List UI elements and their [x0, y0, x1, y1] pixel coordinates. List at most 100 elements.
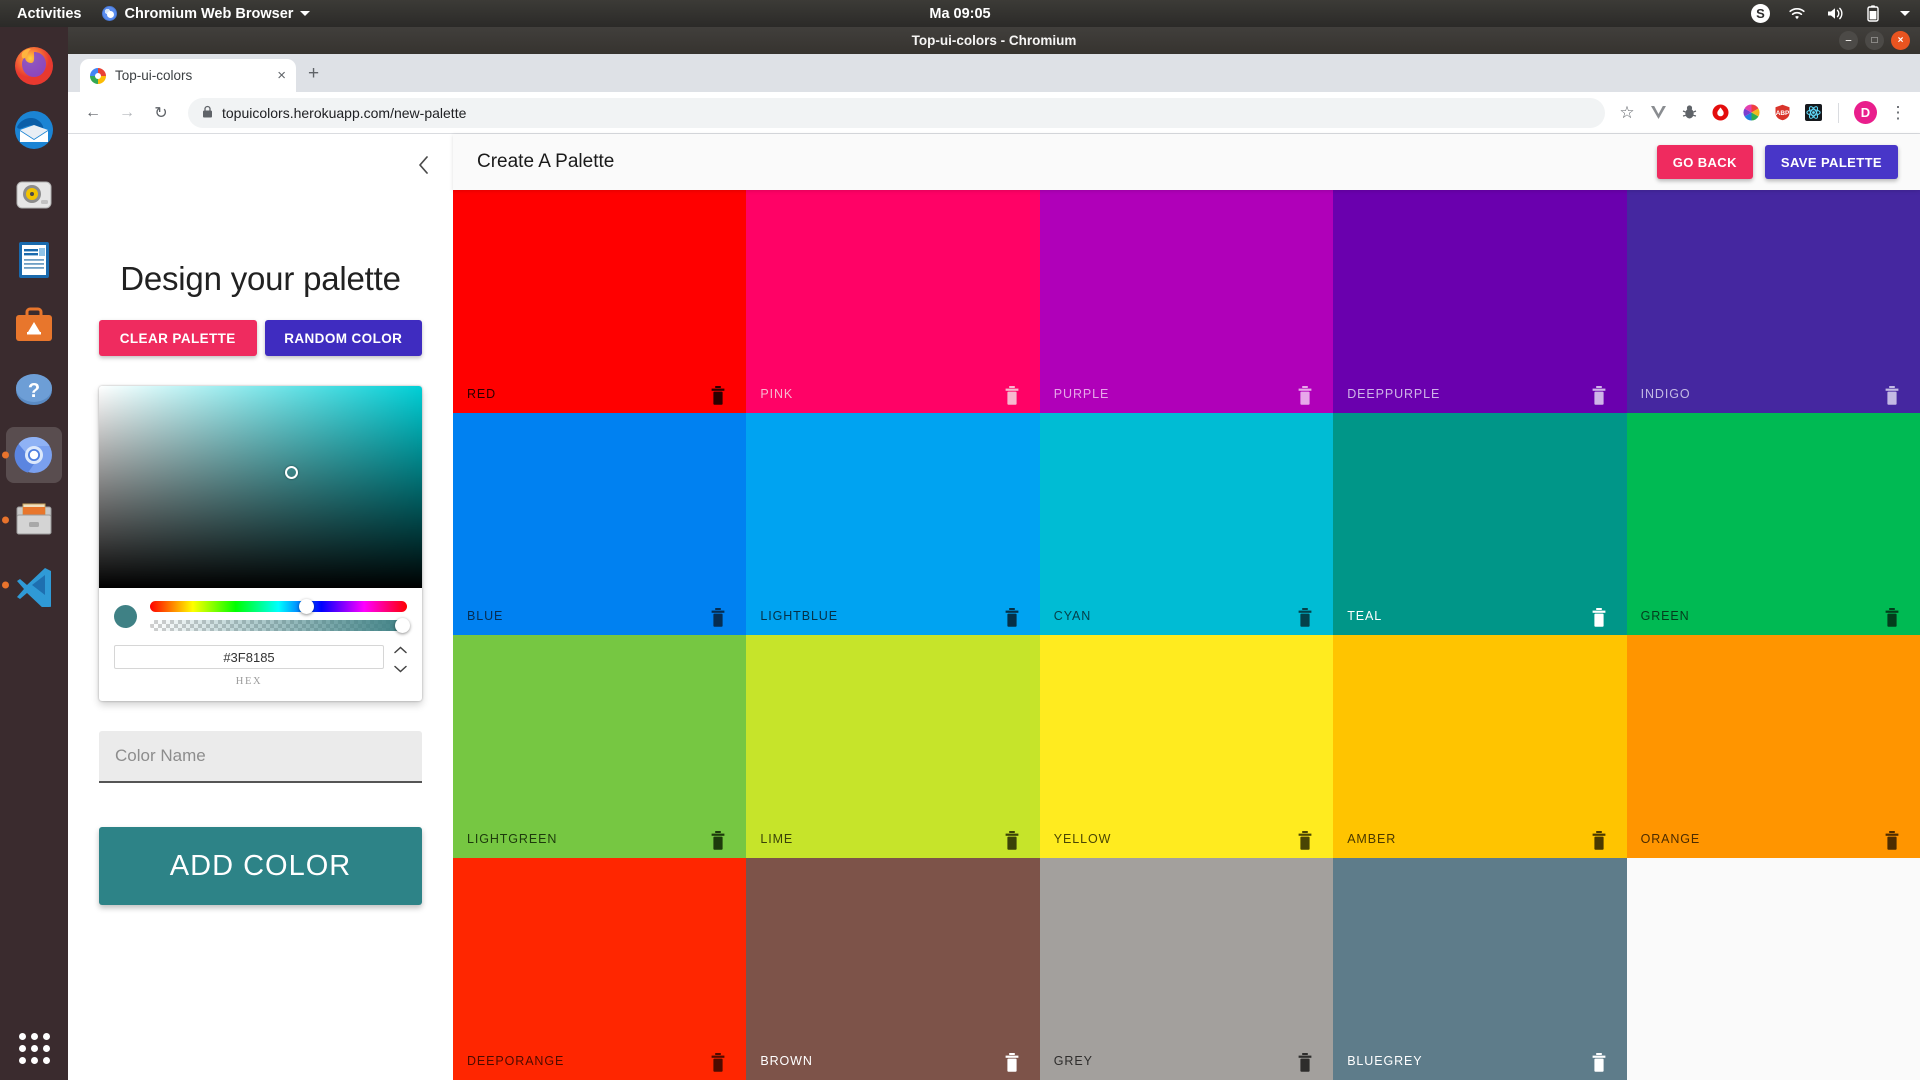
- color-swatch[interactable]: DEEPORANGE: [453, 858, 746, 1080]
- color-swatch[interactable]: BROWN: [746, 858, 1039, 1080]
- color-swatch-label: LIME: [760, 832, 793, 846]
- browser-menu-icon[interactable]: ⋮: [1888, 103, 1908, 123]
- profile-avatar[interactable]: D: [1854, 101, 1877, 124]
- delete-color-button[interactable]: [1591, 608, 1607, 627]
- color-swatch[interactable]: INDIGO: [1627, 190, 1920, 413]
- color-swatch[interactable]: DEEPPURPLE: [1333, 190, 1626, 413]
- delete-color-button[interactable]: [710, 1053, 726, 1072]
- activities-button[interactable]: Activities: [4, 6, 94, 22]
- hue-slider[interactable]: [150, 601, 407, 612]
- color-swatch[interactable]: PURPLE: [1040, 190, 1333, 413]
- color-swatch[interactable]: GREEN: [1627, 413, 1920, 636]
- tab-top-ui-colors[interactable]: Top-ui-colors ×: [80, 59, 296, 92]
- delete-color-button[interactable]: [1297, 1053, 1313, 1072]
- delete-color-button[interactable]: [1591, 386, 1607, 405]
- dock-item-vscode[interactable]: [6, 557, 62, 613]
- dock-item-ubuntu-software[interactable]: [6, 297, 62, 353]
- add-color-button[interactable]: ADD COLOR: [99, 827, 422, 905]
- alpha-slider-handle[interactable]: [395, 618, 410, 633]
- close-button[interactable]: ×: [1891, 31, 1910, 50]
- dock-item-help[interactable]: ?: [6, 362, 62, 418]
- color-swatch[interactable]: BLUE: [453, 413, 746, 636]
- delete-color-button[interactable]: [1591, 831, 1607, 850]
- delete-color-button[interactable]: [1004, 608, 1020, 627]
- app-menu-chromium[interactable]: Chromium Web Browser: [94, 6, 318, 22]
- ublock-origin-icon[interactable]: [1710, 103, 1730, 123]
- chevron-down-icon[interactable]: [1900, 11, 1910, 16]
- maximize-button[interactable]: □: [1865, 31, 1884, 50]
- reload-button[interactable]: ↻: [146, 98, 176, 128]
- delete-color-button[interactable]: [1297, 386, 1313, 405]
- new-tab-button[interactable]: +: [308, 63, 319, 85]
- hue-slider-handle[interactable]: [299, 599, 314, 614]
- save-palette-button[interactable]: SAVE PALETTE: [1765, 145, 1898, 179]
- dock-item-chromium[interactable]: [6, 427, 62, 483]
- delete-color-button[interactable]: [710, 831, 726, 850]
- running-indicator: [2, 582, 9, 589]
- go-back-button[interactable]: GO BACK: [1657, 145, 1753, 179]
- color-swatch-grid: RED PINK PURPLE DEEPPURPLE INDIGO BLUE L…: [453, 190, 1920, 1080]
- color-swatch[interactable]: BLUEGREY: [1333, 858, 1626, 1080]
- address-bar[interactable]: topuicolors.herokuapp.com/new-palette: [188, 98, 1605, 128]
- hex-input[interactable]: [114, 645, 384, 669]
- stepper-down-icon[interactable]: [394, 662, 407, 675]
- vue-devtools-icon[interactable]: [1648, 103, 1668, 123]
- color-name-field[interactable]: Color Name: [99, 731, 422, 783]
- dock-item-firefox[interactable]: [6, 37, 62, 93]
- delete-color-button[interactable]: [1591, 1053, 1607, 1072]
- clock[interactable]: Ma 09:05: [929, 6, 990, 22]
- page-title: Create A Palette: [477, 151, 614, 173]
- saturation-value-area[interactable]: [99, 386, 422, 588]
- delete-color-button[interactable]: [1884, 831, 1900, 850]
- bookmark-star-icon[interactable]: ☆: [1617, 103, 1637, 123]
- chevron-down-icon: [300, 11, 310, 16]
- color-swatch[interactable]: LIGHTBLUE: [746, 413, 1039, 636]
- skype-tray-icon[interactable]: S: [1751, 4, 1770, 23]
- alpha-slider[interactable]: [150, 620, 407, 631]
- wifi-icon: [1786, 5, 1808, 23]
- color-swatch[interactable]: LIME: [746, 635, 1039, 858]
- color-swatch[interactable]: PINK: [746, 190, 1039, 413]
- libreoffice-writer-icon: [12, 238, 56, 282]
- adblock-plus-icon[interactable]: ABP: [1772, 103, 1792, 123]
- system-tray[interactable]: S: [1751, 4, 1910, 23]
- react-devtools-icon[interactable]: [1803, 103, 1823, 123]
- debug-bug-icon[interactable]: [1679, 103, 1699, 123]
- delete-color-button[interactable]: [1884, 608, 1900, 627]
- color-swatch[interactable]: CYAN: [1040, 413, 1333, 636]
- delete-color-button[interactable]: [1297, 831, 1313, 850]
- minimize-button[interactable]: ‒: [1839, 31, 1858, 50]
- color-swatch[interactable]: LIGHTGREEN: [453, 635, 746, 858]
- close-tab-icon[interactable]: ×: [277, 67, 286, 84]
- clear-palette-button[interactable]: CLEAR PALETTE: [99, 320, 257, 356]
- dock-item-thunderbird[interactable]: [6, 102, 62, 158]
- color-swatch[interactable]: ORANGE: [1627, 635, 1920, 858]
- color-swatch[interactable]: TEAL: [1333, 413, 1626, 636]
- color-swatch[interactable]: AMBER: [1333, 635, 1626, 858]
- random-color-button[interactable]: RANDOM COLOR: [265, 320, 423, 356]
- color-swatch[interactable]: GREY: [1040, 858, 1333, 1080]
- delete-color-button[interactable]: [1004, 386, 1020, 405]
- show-applications-button[interactable]: [19, 1033, 50, 1064]
- color-picker-icon[interactable]: [1741, 103, 1761, 123]
- color-swatch[interactable]: RED: [453, 190, 746, 413]
- saturation-handle[interactable]: [285, 466, 298, 479]
- delete-color-button[interactable]: [1004, 1053, 1020, 1072]
- dock-item-rhythmbox[interactable]: [6, 167, 62, 223]
- dock-item-files[interactable]: [6, 492, 62, 548]
- back-button[interactable]: ←: [78, 98, 108, 128]
- delete-color-button[interactable]: [1297, 608, 1313, 627]
- stepper-up-icon[interactable]: [394, 643, 407, 656]
- delete-color-button[interactable]: [1884, 386, 1900, 405]
- color-swatch[interactable]: YELLOW: [1040, 635, 1333, 858]
- hex-format-stepper[interactable]: [394, 643, 407, 675]
- delete-color-button[interactable]: [710, 386, 726, 405]
- delete-color-button[interactable]: [1004, 831, 1020, 850]
- color-picker: HEX: [99, 386, 422, 701]
- chevron-left-icon[interactable]: [418, 156, 429, 180]
- trash-icon: [710, 1053, 726, 1072]
- dock-item-libreoffice-writer[interactable]: [6, 232, 62, 288]
- forward-button[interactable]: →: [112, 98, 142, 128]
- delete-color-button[interactable]: [710, 608, 726, 627]
- browser-toolbar: ← → ↻ topuicolors.herokuapp.com/new-pale…: [68, 92, 1920, 134]
